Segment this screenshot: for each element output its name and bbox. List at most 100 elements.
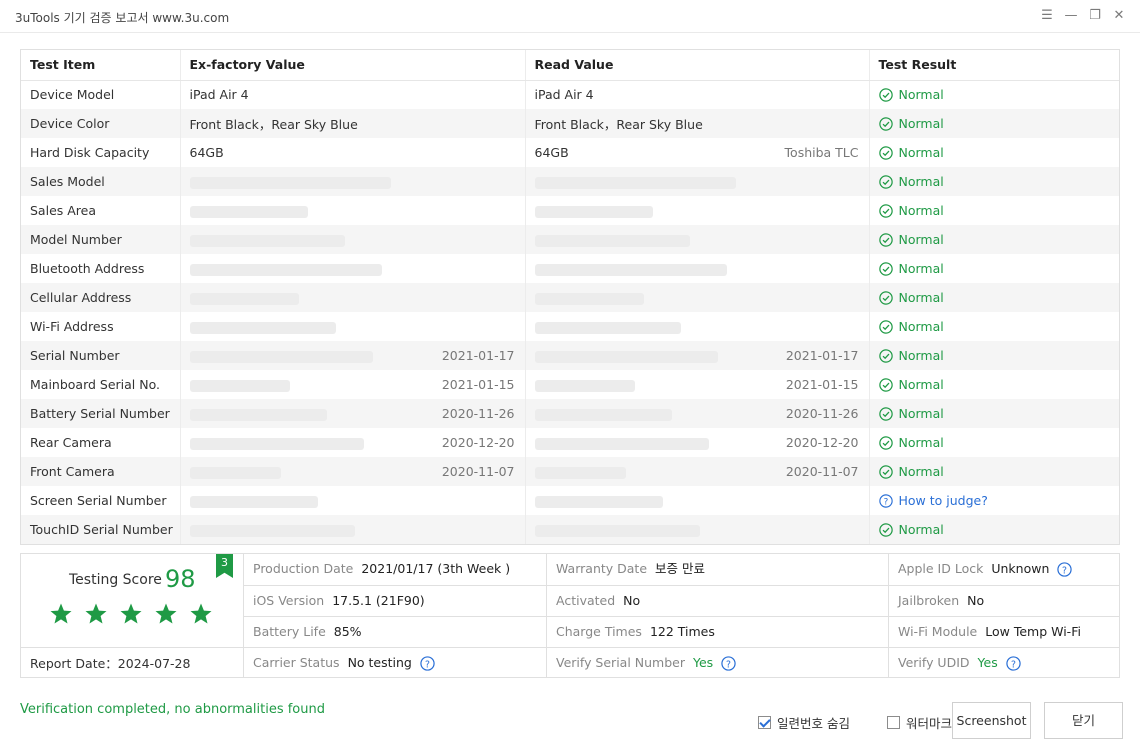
- check-circle-icon: [878, 290, 893, 305]
- read-value: [524, 515, 869, 544]
- check-circle-icon: [878, 522, 893, 537]
- ex-factory-value: 2021-01-15: [179, 370, 525, 399]
- redacted-value: [189, 350, 373, 363]
- watermark-checkbox[interactable]: 워터마크: [887, 713, 952, 732]
- table-row: Sales Area Normal: [21, 196, 1119, 225]
- checkbox-box[interactable]: [887, 716, 900, 729]
- test-item: Battery Serial Number: [21, 399, 180, 428]
- verify-udid-value: Yes: [977, 655, 998, 670]
- svg-text:?: ?: [726, 659, 731, 670]
- how-to-judge-link[interactable]: How to judge?: [899, 493, 988, 508]
- test-item: Serial Number: [21, 341, 180, 370]
- charge-times-label: Charge Times: [556, 624, 642, 639]
- svg-text:?: ?: [425, 659, 430, 670]
- test-item: Cellular Address: [21, 283, 180, 312]
- redacted-value: [534, 263, 727, 276]
- redacted-value: [189, 524, 355, 537]
- info-ios-version: iOS Version 17.5.1 (21F90): [244, 586, 425, 616]
- info-carrier-status: Carrier Status No testing ?: [244, 648, 435, 678]
- carrier-status-label: Carrier Status: [253, 655, 340, 670]
- svg-text:?: ?: [883, 497, 888, 507]
- ex-factory-value: [179, 486, 525, 515]
- title-bar: 3uTools 기기 검증 보고서 www.3u.com ☰ — ❐ ✕: [0, 0, 1140, 33]
- read-value: 2020-11-26: [524, 399, 869, 428]
- value-note: 2020-11-26: [785, 406, 859, 421]
- help-icon[interactable]: ?: [1057, 561, 1073, 577]
- close-icon[interactable]: ✕: [1108, 6, 1130, 26]
- read-value: 2020-11-07: [524, 457, 869, 486]
- table-row: Device Color Front Black，Rear Sky Blue Fro…: [21, 109, 1119, 138]
- info-production-date: Production Date 2021/01/17 (3th Week ): [244, 554, 510, 584]
- value-note: Toshiba TLC: [784, 145, 859, 160]
- test-result: Normal: [868, 341, 1119, 370]
- close-button[interactable]: 닫기: [1044, 702, 1123, 739]
- table-header-row: Test Item Ex-factory Value Read Value Te…: [21, 50, 1119, 81]
- check-circle-icon: [878, 232, 893, 247]
- test-result[interactable]: ? How to judge?: [868, 486, 1119, 515]
- checkbox-box[interactable]: [758, 716, 771, 729]
- value-text: Front Black，Rear Sky Blue: [534, 117, 703, 132]
- redacted-value: [189, 408, 327, 421]
- production-date-label: Production Date: [253, 561, 354, 576]
- carrier-status-value: No testing: [347, 655, 412, 670]
- help-icon[interactable]: ?: [1006, 655, 1021, 671]
- read-value: [524, 312, 869, 341]
- help-icon: ?: [878, 493, 893, 508]
- hide-serial-checkbox[interactable]: 일련번호 숨김: [758, 713, 850, 732]
- test-result: Normal: [868, 254, 1119, 283]
- verify-serial-label: Verify Serial Number: [556, 655, 685, 670]
- redacted-value: [189, 321, 336, 334]
- star-rating: [49, 602, 213, 626]
- device-info-grid: Production Date 2021/01/17 (3th Week ) W…: [243, 554, 1120, 678]
- test-item: Device Color: [21, 109, 180, 138]
- test-item: Hard Disk Capacity: [30, 145, 150, 160]
- help-icon[interactable]: ?: [420, 655, 435, 671]
- svg-text:?: ?: [1011, 659, 1016, 670]
- redacted-value: [534, 350, 718, 363]
- value-text: iPad Air 4: [534, 87, 594, 103]
- value-note: 2021-01-15: [785, 377, 859, 392]
- result-text: Normal: [898, 87, 944, 103]
- test-item: Front Camera: [21, 457, 180, 486]
- ex-factory-value: 2020-11-26: [179, 399, 525, 428]
- redacted-value: [534, 437, 709, 450]
- help-icon[interactable]: ?: [721, 655, 736, 671]
- table-row: Cellular Address Normal: [21, 283, 1119, 312]
- value-text: iPad Air 4: [189, 87, 249, 103]
- value-note: 2020-12-20: [785, 435, 859, 450]
- hide-serial-label: 일련번호 숨김: [777, 716, 850, 731]
- result-text: Normal: [898, 203, 944, 218]
- value-text: 64GB: [189, 145, 224, 160]
- svg-text:?: ?: [1062, 565, 1067, 576]
- minimize-icon[interactable]: —: [1060, 6, 1082, 26]
- table-row: Wi-Fi Address Normal: [21, 312, 1119, 341]
- table-row: Front Camera 2020-11-07 2020-11-07 Normal: [21, 457, 1119, 486]
- result-text: Normal: [898, 290, 944, 305]
- check-circle-icon: [878, 435, 893, 450]
- redacted-value: [189, 466, 281, 479]
- value-note: 2021-01-17: [785, 348, 859, 363]
- ex-factory-value: 2020-11-07: [179, 457, 525, 486]
- ex-factory-value: [179, 254, 525, 283]
- production-date-value: 2021/01/17 (3th Week ): [361, 561, 511, 576]
- report-date: Report Date：2024-07-28: [21, 647, 243, 678]
- redacted-value: [189, 292, 299, 305]
- test-result: Normal: [868, 428, 1119, 457]
- check-circle-icon: [878, 174, 893, 189]
- table-row: Hard Disk Capacity 64GB 64GB Toshiba TLC Nor…: [21, 138, 1119, 167]
- result-text: Normal: [898, 145, 944, 160]
- result-text: Normal: [898, 319, 944, 334]
- info-jailbroken: Jailbroken No: [889, 586, 984, 616]
- result-text: Normal: [898, 348, 944, 363]
- ex-factory-value: 2020-12-20: [179, 428, 525, 457]
- table-row: Mainboard Serial No. 2021-01-15 2021-01-15…: [21, 370, 1119, 399]
- redacted-value: [189, 495, 318, 508]
- screenshot-button[interactable]: Screenshot: [952, 702, 1031, 739]
- restore-icon[interactable]: ❐: [1084, 6, 1106, 26]
- test-result: Normal: [868, 80, 1119, 109]
- test-result: Normal: [868, 196, 1119, 225]
- info-verify-udid: Verify UDID Yes ?: [889, 648, 1021, 678]
- menu-icon[interactable]: ☰: [1036, 6, 1058, 26]
- ex-factory-value: [179, 515, 525, 544]
- read-value: 2020-12-20: [524, 428, 869, 457]
